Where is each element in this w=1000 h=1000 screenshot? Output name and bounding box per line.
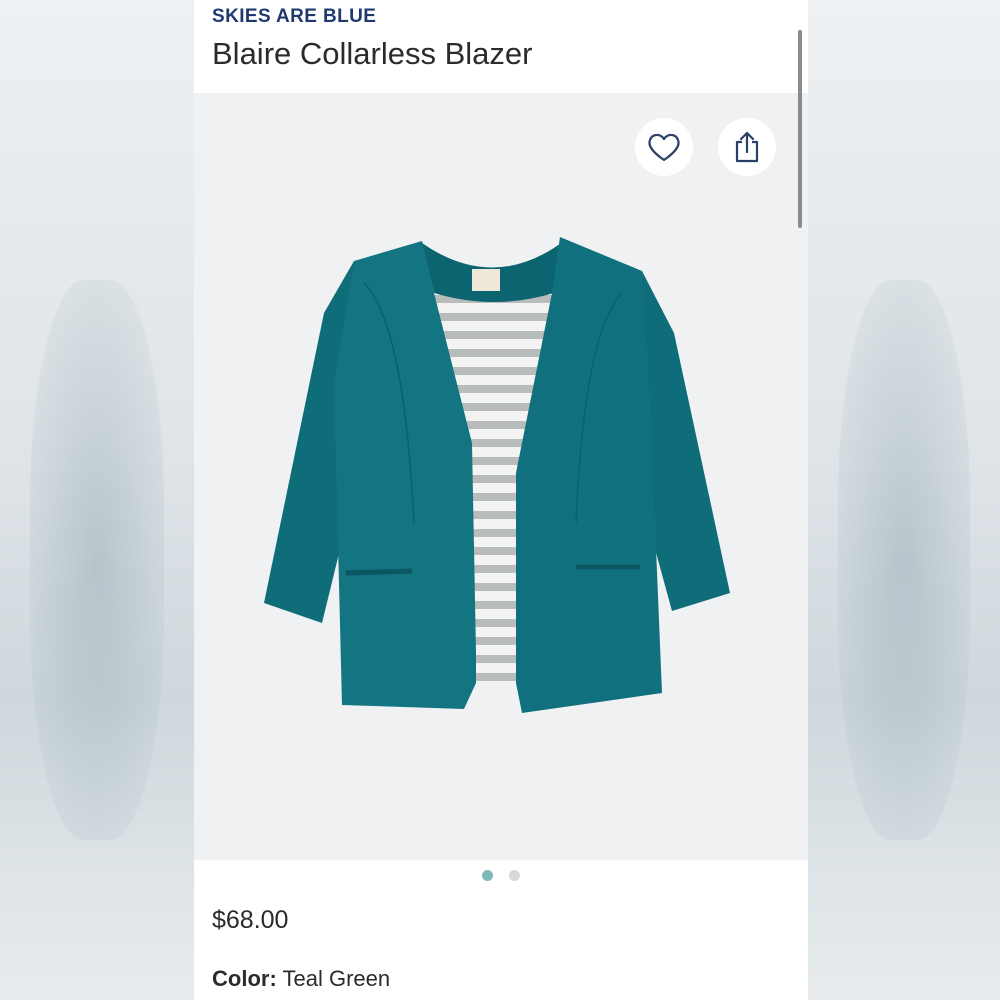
product-image-teal-blazer	[264, 237, 730, 713]
product-page: SKIES ARE BLUE Blaire Collarless Blazer	[194, 0, 808, 1000]
right-blurred-backdrop	[808, 0, 1000, 1000]
color-value: Teal Green	[282, 966, 391, 991]
favorite-button[interactable]	[635, 118, 693, 176]
share-icon	[735, 131, 759, 163]
product-header: SKIES ARE BLUE Blaire Collarless Blazer	[194, 0, 808, 93]
scrollbar[interactable]	[798, 30, 802, 228]
product-title: Blaire Collarless Blazer	[212, 36, 533, 71]
product-image-carousel[interactable]	[194, 93, 808, 860]
carousel-dot-1[interactable]	[482, 870, 493, 881]
left-blurred-backdrop	[0, 0, 194, 1000]
product-price: $68.00	[212, 906, 289, 934]
carousel-indicators	[194, 870, 808, 890]
heart-icon	[648, 133, 680, 162]
carousel-dot-2[interactable]	[509, 870, 520, 881]
color-label: Color:	[212, 966, 277, 991]
color-info: Color: Teal Green	[212, 966, 390, 992]
share-button[interactable]	[718, 118, 776, 176]
brand-name[interactable]: SKIES ARE BLUE	[212, 6, 376, 28]
inner-label	[472, 269, 500, 291]
